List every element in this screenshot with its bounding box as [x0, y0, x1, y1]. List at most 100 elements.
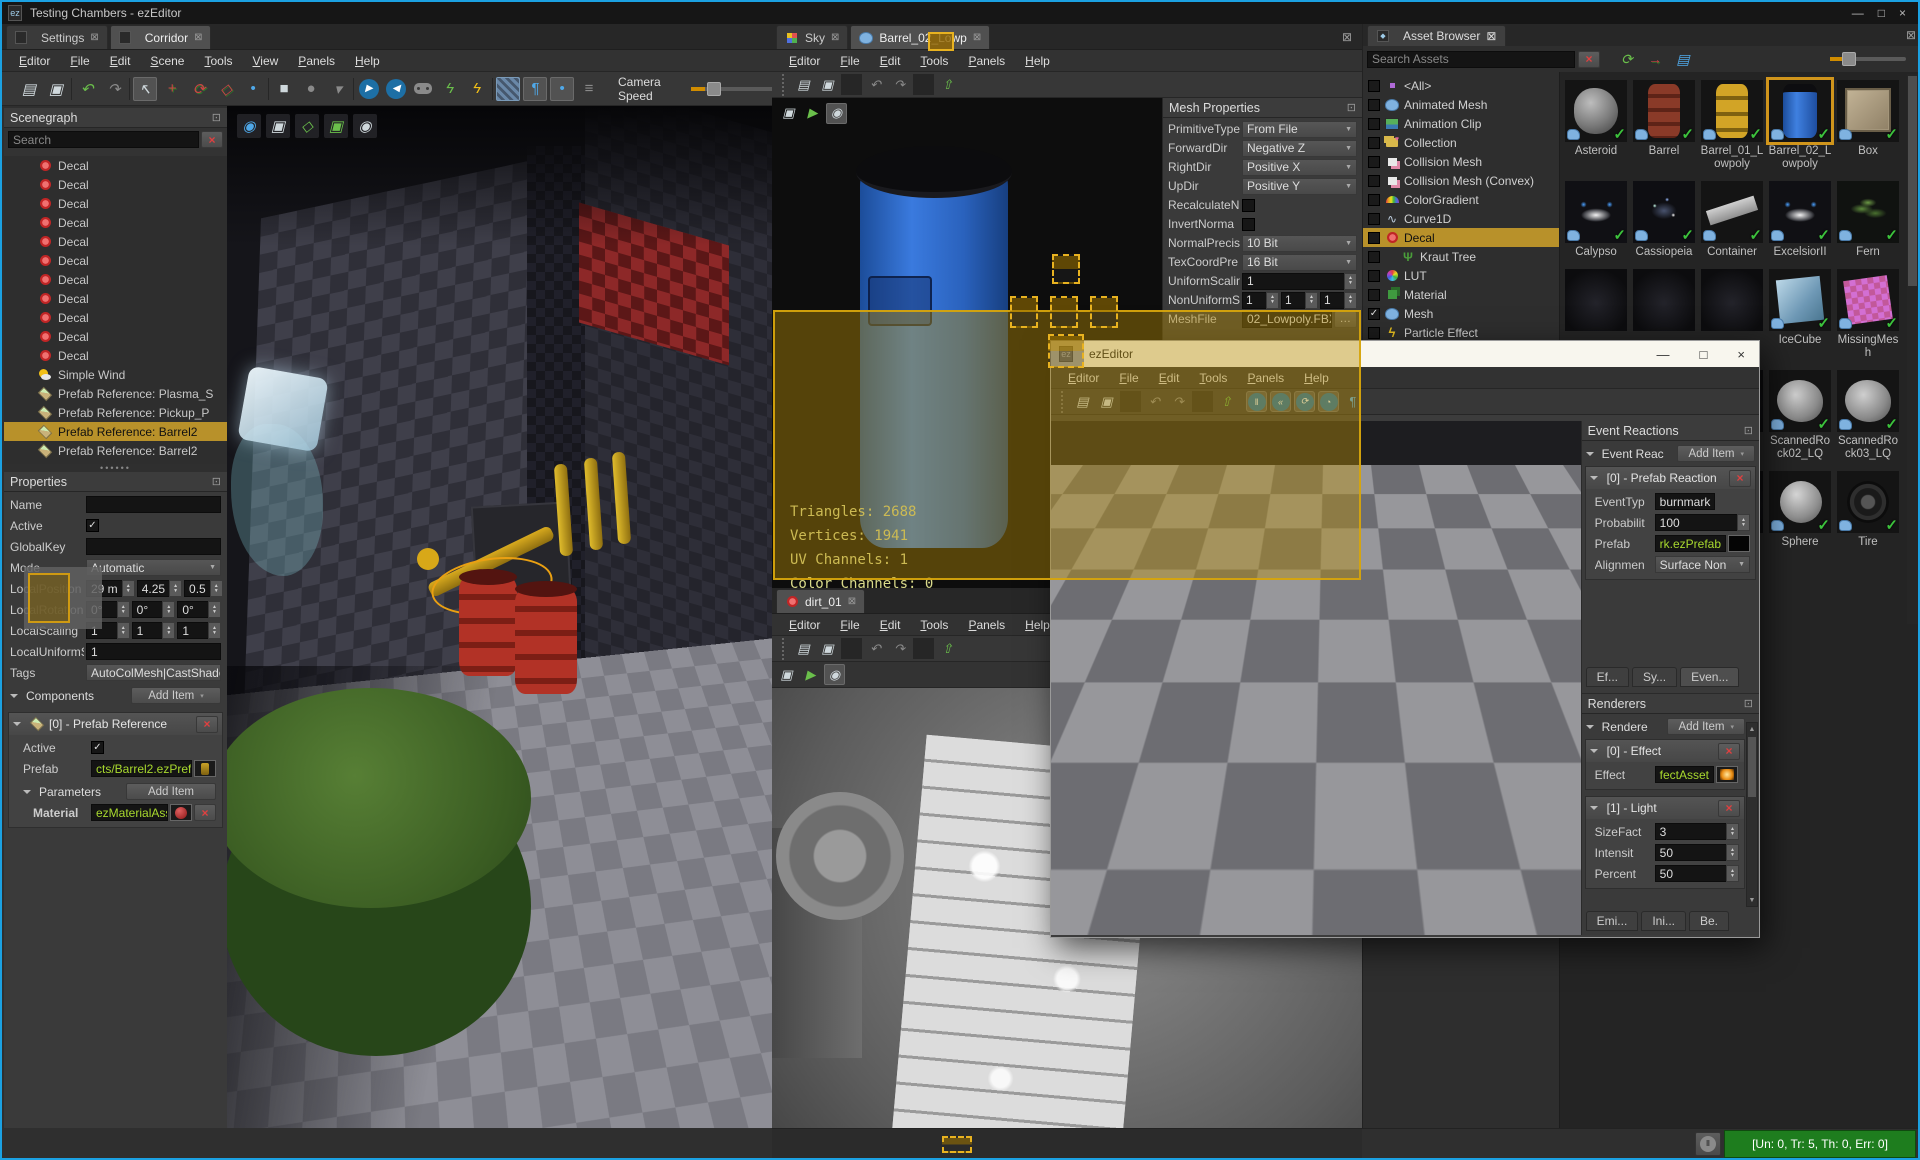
toolbar-icon[interactable]: ▤: [17, 77, 41, 101]
rotation-z-stepper[interactable]: 0° ▲ ▼: [177, 601, 222, 618]
toolbar-icon[interactable]: ↖: [133, 76, 157, 101]
toolbar-icon[interactable]: [353, 77, 354, 100]
forward-dir-select[interactable]: Negative Z ▼: [1242, 139, 1357, 157]
toolbar-icon[interactable]: ▣: [817, 638, 838, 659]
doc-tab[interactable]: Sky ⊠: [776, 25, 849, 49]
rotation-y-stepper[interactable]: 0° ▲ ▼: [131, 601, 176, 618]
normal-precision-select[interactable]: 10 Bit ▼: [1242, 234, 1357, 252]
prefab-thumbnail-button[interactable]: [1728, 535, 1750, 552]
particle-viewport[interactable]: [1051, 421, 1581, 935]
toolbar-icon[interactable]: ↷: [889, 638, 910, 659]
mode-select[interactable]: Automatic ▼: [86, 559, 221, 576]
asset-item[interactable]: ✓ Barrel_02_Lowpoly: [1766, 77, 1834, 171]
prefab-asset-field[interactable]: cts/Barrel2.ezPrefab: [91, 760, 192, 777]
menu-item[interactable]: File: [831, 616, 868, 634]
toolbar-icon[interactable]: ◇: [214, 77, 238, 101]
event-type-field[interactable]: burnmark: [1654, 493, 1716, 510]
asset-grid-scrollbar[interactable]: [1907, 74, 1918, 624]
panel-splitter[interactable]: ••••••: [4, 463, 227, 473]
tab-close-icon[interactable]: ⊠: [831, 32, 839, 43]
float-panel-icon[interactable]: ⊡: [1744, 697, 1753, 710]
asset-tree-item[interactable]: <All>: [1363, 76, 1559, 95]
menu-item[interactable]: Tools: [195, 52, 241, 70]
menu-item[interactable]: File: [1110, 369, 1147, 387]
red-barrel[interactable]: [515, 581, 577, 694]
active-checkbox[interactable]: ✓: [86, 519, 99, 532]
collapse-icon[interactable]: [1585, 724, 1594, 729]
scenegraph-item[interactable]: Decal: [4, 327, 227, 346]
nonuniform-x-stepper[interactable]: 1 ▲ ▼: [1242, 291, 1279, 309]
asset-item[interactable]: ✓ Box: [1836, 80, 1900, 171]
menu-item[interactable]: Panels: [959, 52, 1014, 70]
red-barrel[interactable]: [459, 569, 517, 676]
scene-viewport[interactable]: ◉ ▣ ◇ ▣ ◉: [227, 106, 772, 1130]
asset-tree-item[interactable]: Mesh: [1363, 304, 1559, 323]
toolbar-icon[interactable]: [1192, 391, 1213, 412]
menu-item[interactable]: Tools: [1190, 369, 1236, 387]
asset-item[interactable]: ✓ Asteroid: [1564, 80, 1628, 171]
intensity-stepper[interactable]: 50 ▲ ▼: [1654, 844, 1739, 861]
filter-checkbox[interactable]: [1368, 174, 1380, 187]
toolbar-icon[interactable]: ■: [272, 77, 296, 101]
remove-renderer-button[interactable]: ×: [1718, 742, 1740, 760]
viewport-icon[interactable]: ◉: [826, 102, 847, 124]
invert-normals-checkbox[interactable]: [1242, 217, 1255, 231]
float-panel-icon[interactable]: ⊡: [1744, 424, 1753, 437]
filter-checkbox[interactable]: [1368, 98, 1380, 111]
toolbar-icon[interactable]: [841, 638, 862, 659]
collapse-icon[interactable]: [13, 722, 21, 726]
asset-toolbar-icon[interactable]: →: [1645, 49, 1665, 69]
remove-reaction-button[interactable]: ×: [1729, 469, 1751, 487]
scenegraph-item[interactable]: Prefab Reference: Barrel2: [4, 441, 227, 460]
section-tab[interactable]: Be.: [1689, 911, 1730, 931]
toolbar-icon[interactable]: ▤: [793, 638, 814, 659]
asset-tree-item[interactable]: Kraut Tree: [1363, 247, 1559, 266]
toolbar-icon[interactable]: ‖: [1246, 391, 1267, 412]
viewport-icon[interactable]: ▣: [324, 114, 348, 138]
effect-thumbnail-button[interactable]: [1716, 766, 1738, 783]
globalkey-field[interactable]: [86, 538, 221, 555]
toolbar-icon[interactable]: ⇧: [937, 74, 958, 95]
asset-item[interactable]: ✓ ScannedRock03_LQ: [1836, 370, 1900, 461]
position-y-stepper[interactable]: 4.25 ▲ ▼: [136, 580, 183, 597]
filter-checkbox[interactable]: [1368, 326, 1380, 339]
doc-tab[interactable]: Corridor ⊠: [109, 25, 212, 49]
asset-tree-item[interactable]: LUT: [1363, 266, 1559, 285]
scroll-up-icon[interactable]: ▲: [1747, 723, 1757, 735]
viewport-icon[interactable]: ▣: [266, 114, 290, 138]
remove-renderer-button[interactable]: ×: [1718, 799, 1740, 817]
filter-checkbox[interactable]: [1368, 136, 1380, 149]
viewport-icon[interactable]: ▶: [802, 103, 823, 124]
toolbar-icon[interactable]: ↶: [75, 77, 99, 101]
doc-tab[interactable]: Barrel_02_Lowp ⊠: [850, 25, 991, 49]
section-tab[interactable]: Sy...: [1631, 667, 1678, 687]
asset-item[interactable]: ✓ Calypso: [1564, 181, 1628, 259]
viewport-icon[interactable]: ◉: [824, 664, 845, 685]
viewport-icon[interactable]: ▣: [778, 103, 799, 124]
filter-checkbox[interactable]: [1368, 250, 1380, 263]
scenegraph-item[interactable]: Decal: [4, 251, 227, 270]
toolbar-icon[interactable]: ▤: [1072, 391, 1093, 412]
toolbar-icon[interactable]: ▣: [44, 77, 68, 101]
tags-select[interactable]: AutoColMesh|CastShadow▼: [86, 664, 221, 681]
float-title-bar[interactable]: ez ezEditor — □ ×: [1051, 341, 1759, 367]
menu-item[interactable]: Editor: [780, 52, 829, 70]
collapse-icon[interactable]: [1589, 749, 1598, 753]
scenegraph-item[interactable]: Decal: [4, 213, 227, 232]
asset-tree-item[interactable]: Material: [1363, 285, 1559, 304]
toolbar-icon[interactable]: ↷: [1168, 391, 1189, 412]
viewport-icon[interactable]: ◇: [295, 114, 319, 138]
toolbar-icon[interactable]: [913, 638, 934, 659]
collapse-icon[interactable]: [1589, 476, 1598, 480]
mesh-file-field[interactable]: 02_Lowpoly.FBX: [1242, 310, 1332, 328]
scenegraph-item[interactable]: Decal: [4, 194, 227, 213]
scenegraph-item[interactable]: Prefab Reference: Barrel2: [4, 422, 227, 441]
toolbar-icon[interactable]: [129, 77, 130, 100]
asset-toolbar-icon[interactable]: ⟳: [1617, 49, 1637, 69]
material-asset-field[interactable]: ezMaterialAsset: [91, 804, 168, 821]
tab-close-icon[interactable]: ⊠: [1486, 29, 1496, 43]
toolbar-icon[interactable]: ●: [299, 77, 323, 101]
toolbar-icon[interactable]: ◀: [386, 78, 406, 99]
menu-item[interactable]: Panels: [289, 52, 344, 70]
viewport-icon[interactable]: ▣: [776, 664, 797, 685]
